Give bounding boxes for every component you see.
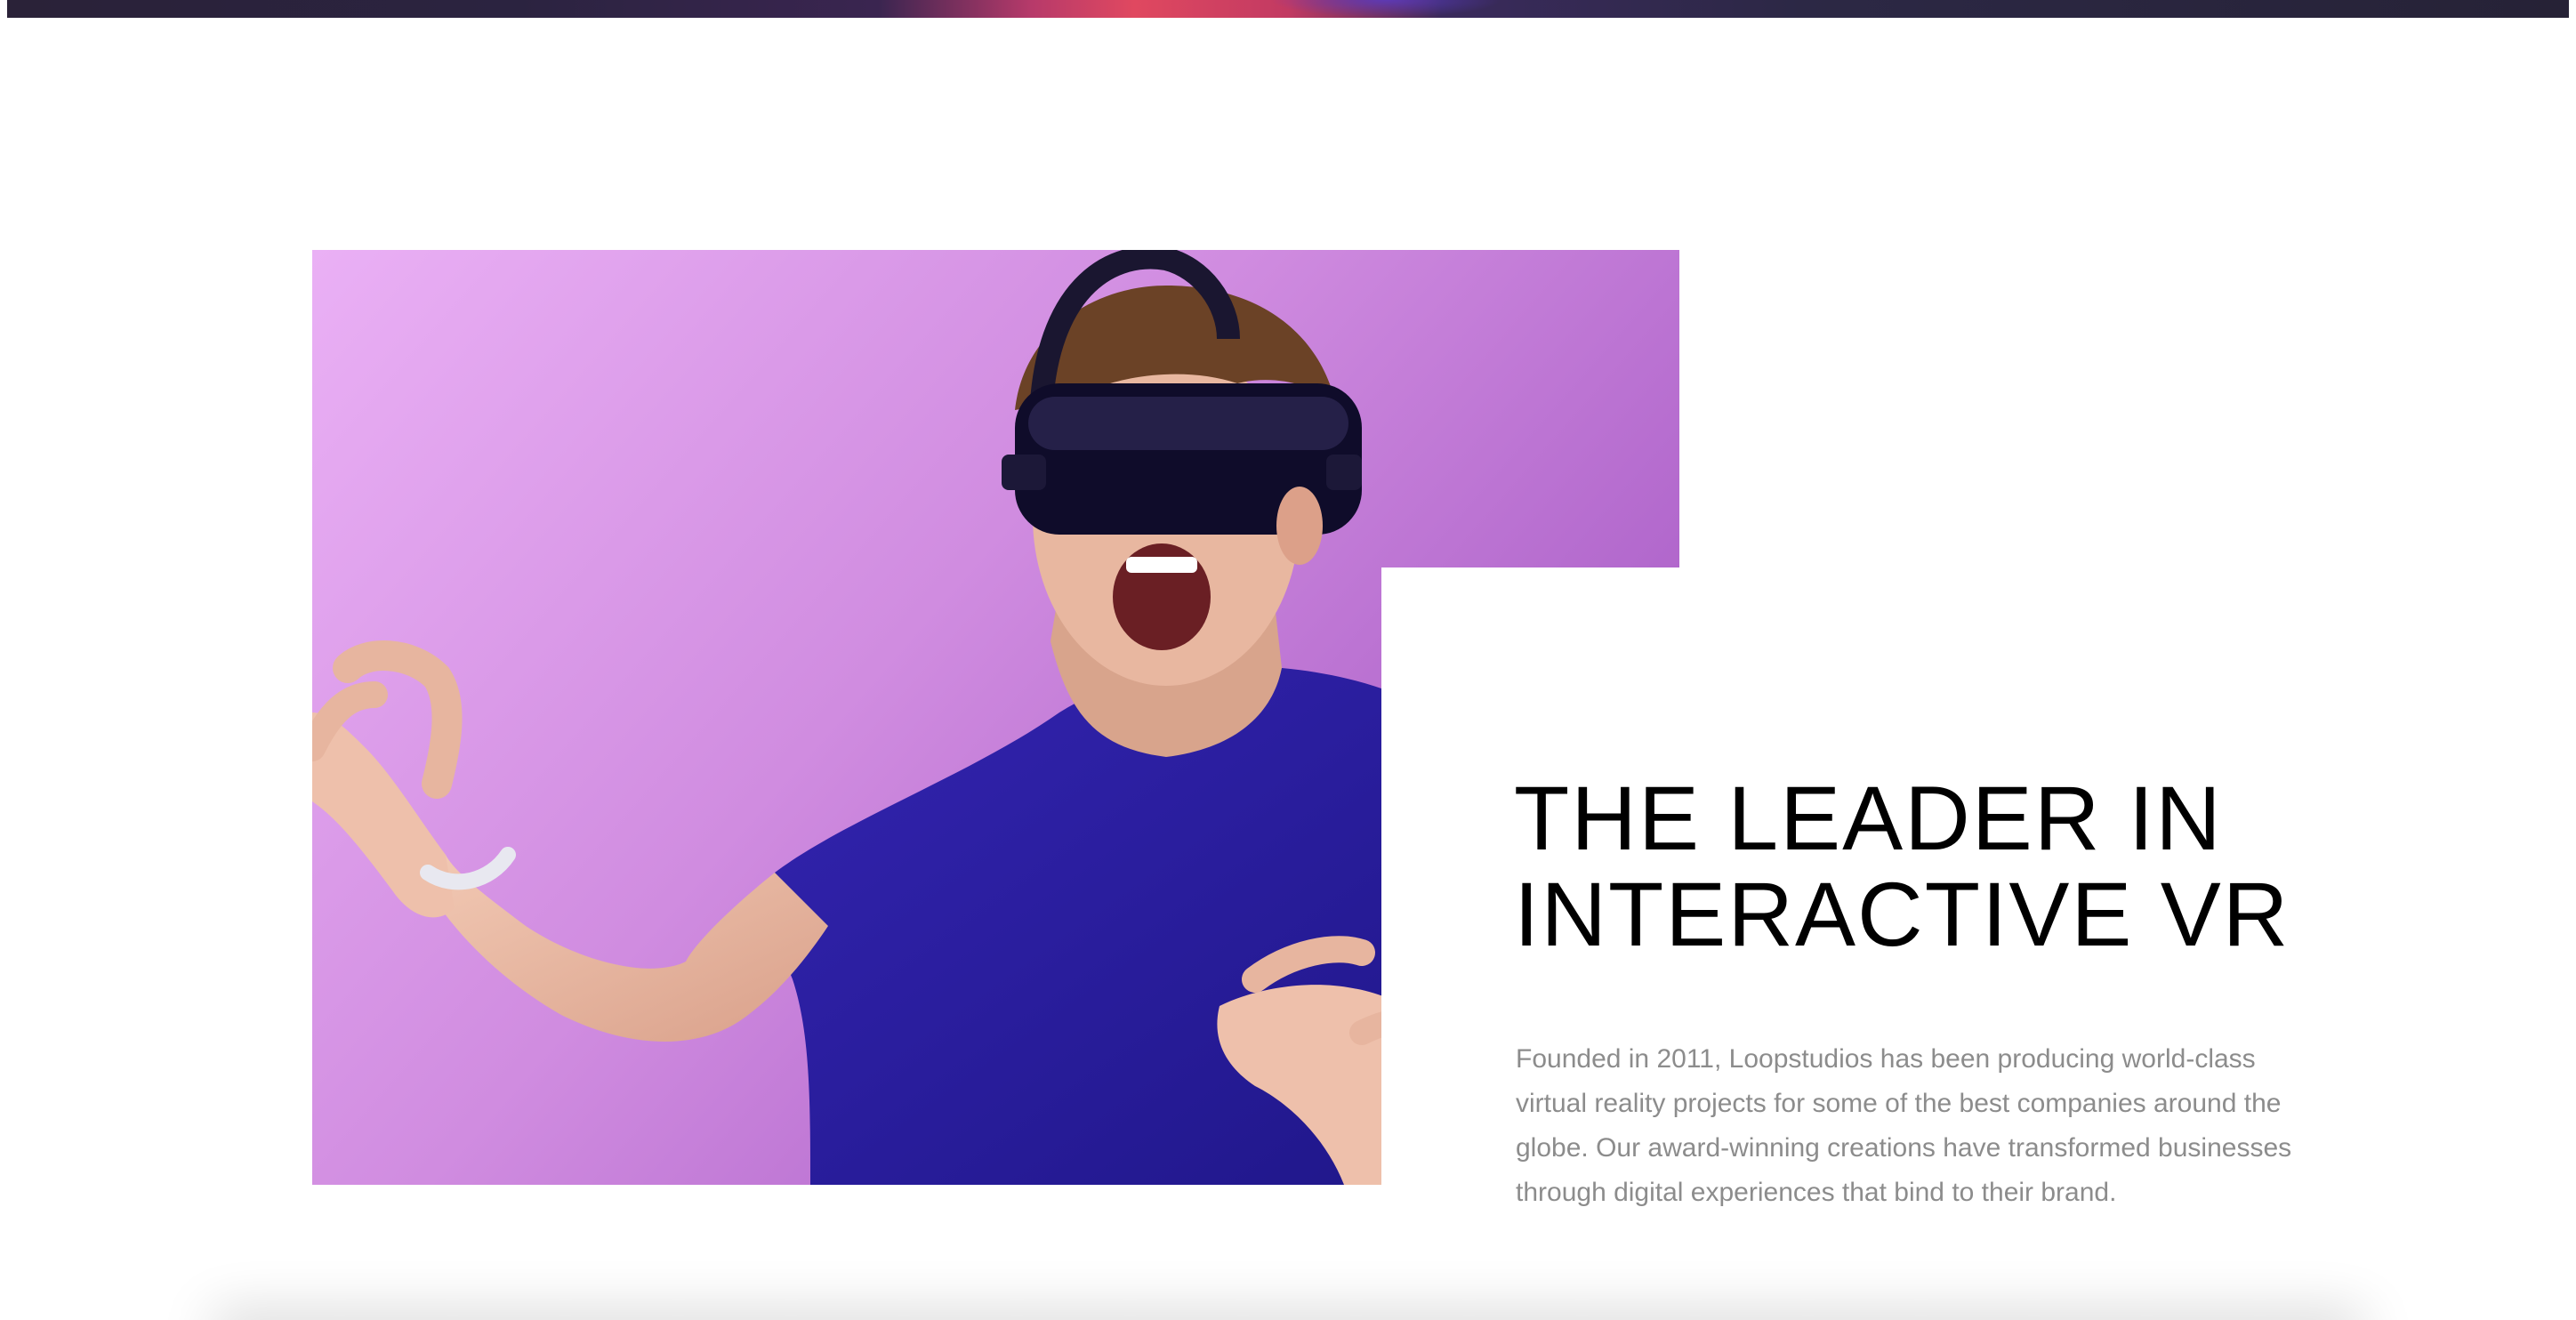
section-body-text: Founded in 2011, Loopstudios has been pr… — [1516, 1044, 2292, 1207]
page: THE LEADER IN INTERACTIVE VR Founded in … — [0, 0, 2576, 1320]
section-heading: THE LEADER IN INTERACTIVE VR — [1514, 770, 2314, 962]
heading-line-2: INTERACTIVE VR — [1514, 864, 2290, 965]
heading-line-1: THE LEADER IN — [1514, 768, 2223, 869]
hero-image-strip — [7, 0, 2569, 18]
hero-glow — [1270, 0, 1501, 18]
